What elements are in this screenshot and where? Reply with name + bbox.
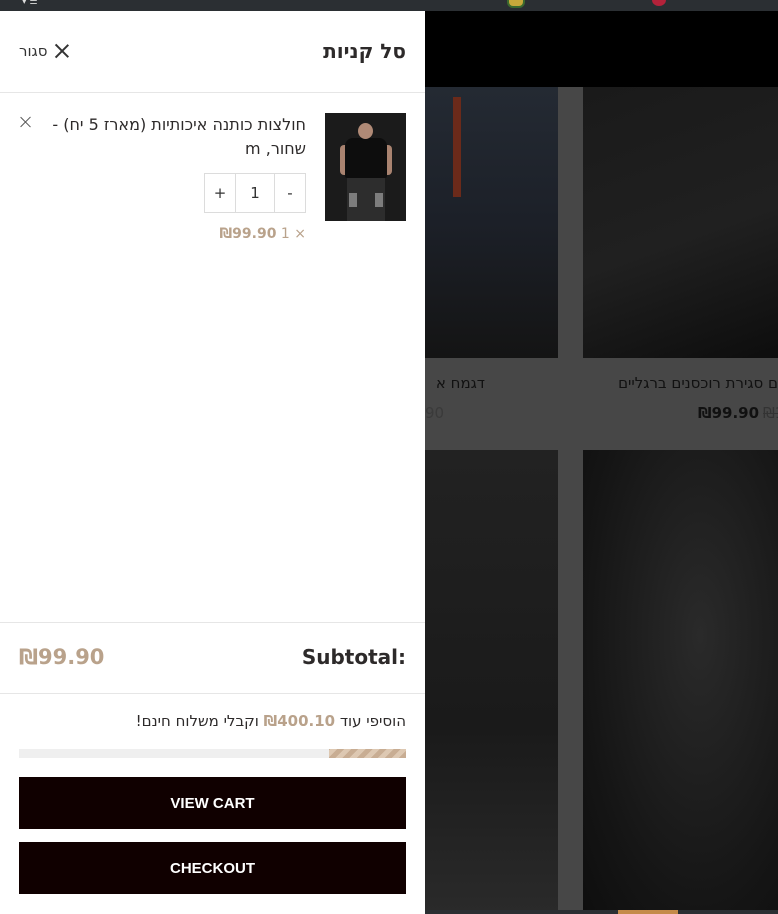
- free-shipping-progress-bar: [19, 749, 406, 758]
- site-header: [425, 11, 778, 87]
- free-shipping-message: הוסיפי עוד ₪400.10 וקבלי משלוח חינם!: [136, 712, 406, 730]
- quantity-minus-button[interactable]: -: [275, 174, 305, 212]
- subtotal-label: Subtotal:: [301, 645, 406, 669]
- close-label[interactable]: סגור: [19, 42, 47, 60]
- cart-item-name[interactable]: חולצות כותנה איכותיות (מארז 5 יח) - שחור…: [46, 113, 306, 161]
- free-shipping-suffix: וקבלי משלוח חינם!: [135, 712, 259, 730]
- product-title[interactable]: דגמח א: [425, 374, 485, 392]
- cart-item-price: ₪99.90: [219, 226, 277, 242]
- quantity-plus-button[interactable]: +: [205, 174, 235, 212]
- product-card-image[interactable]: [583, 450, 778, 914]
- product-price: 90: [425, 404, 445, 422]
- product-card-image[interactable]: [425, 450, 558, 914]
- subtotal-value: ₪99.90: [19, 645, 105, 669]
- product-title[interactable]: ם סגירת רוכסנים ברגליים: [583, 374, 778, 392]
- quantity-stepper: + 1 -: [204, 173, 306, 213]
- free-shipping-prefix: הוסיפי עוד: [339, 712, 406, 730]
- notification-icon: [652, 0, 666, 6]
- product-thumbnail[interactable]: [325, 113, 406, 221]
- browser-top-bar: ▾ ☰: [0, 0, 778, 11]
- free-shipping-amount: ₪400.10: [263, 712, 336, 730]
- subtotal-row: Subtotal: ₪99.90: [0, 622, 425, 694]
- menu-icon: ▾ ☰: [22, 0, 38, 7]
- product-card-image[interactable]: [425, 87, 558, 358]
- cart-drawer: סל קניות סגור חולצות כותנה איכותיות (מאר…: [0, 11, 425, 914]
- remove-item-icon[interactable]: [19, 115, 32, 128]
- product-price: ₪99.90₪1: [698, 404, 778, 422]
- product-card-image[interactable]: [583, 87, 778, 358]
- site-logo: [507, 0, 525, 8]
- view-cart-button[interactable]: VIEW CART: [19, 777, 406, 829]
- quantity-input[interactable]: 1: [235, 174, 275, 212]
- product-old-price: ₪1: [763, 404, 778, 422]
- free-shipping-progress-fill: [328, 749, 406, 758]
- checkout-button[interactable]: CHECKOUT: [19, 842, 406, 894]
- close-button[interactable]: סגור: [19, 42, 71, 60]
- bottom-bar: [425, 910, 778, 914]
- cart-item: חולצות כותנה איכותיות (מארז 5 יח) - שחור…: [0, 113, 425, 253]
- cart-drawer-header: סל קניות סגור: [0, 11, 425, 93]
- cart-title: סל קניות: [323, 39, 406, 63]
- close-icon[interactable]: [53, 42, 71, 60]
- cart-item-line-price: ₪99.90 1 ×: [220, 226, 307, 242]
- cart-item-quantity: 1 ×: [280, 226, 306, 242]
